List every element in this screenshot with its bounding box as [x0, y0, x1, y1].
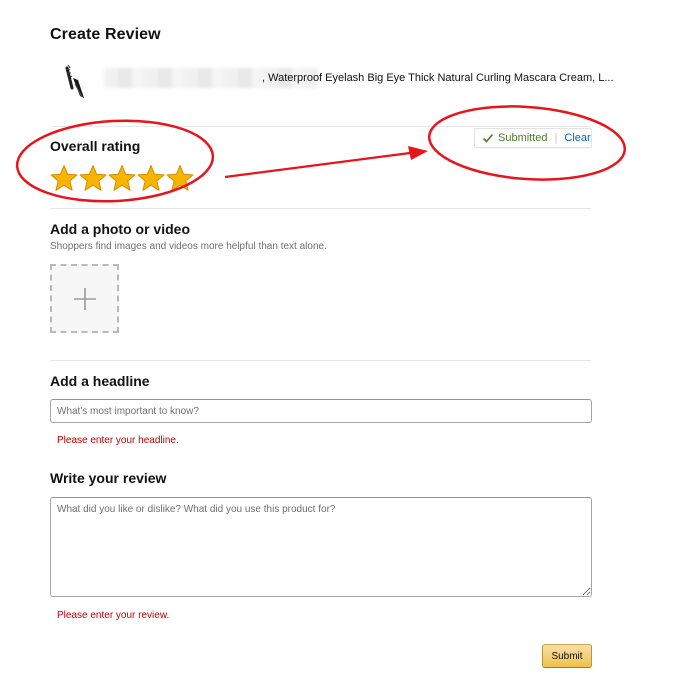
submit-button[interactable]: Submit — [542, 644, 592, 668]
annotation-circle-rating — [15, 119, 215, 203]
headline-error: Please enter your headline. — [57, 435, 179, 446]
media-hint: Shoppers find images and videos more hel… — [50, 241, 327, 252]
review-textarea[interactable] — [50, 497, 592, 597]
divider — [50, 126, 591, 127]
star-rating[interactable] — [50, 164, 194, 192]
review-error: Please enter your review. — [57, 610, 170, 621]
divider — [50, 360, 591, 361]
submitted-label: Submitted — [498, 132, 548, 144]
star-icon[interactable] — [166, 164, 194, 192]
star-icon[interactable] — [79, 164, 107, 192]
divider — [50, 208, 591, 209]
clear-rating-link[interactable]: Clear — [564, 132, 590, 144]
status-separator: | — [554, 132, 558, 144]
annotation-arrow-head — [408, 146, 428, 160]
annotation-arrow-line — [224, 151, 411, 179]
review-heading: Write your review — [50, 470, 167, 486]
star-icon[interactable] — [50, 164, 78, 192]
product-title: , Waterproof Eyelash Big Eye Thick Natur… — [262, 72, 614, 84]
star-icon[interactable] — [137, 164, 165, 192]
mascara-icon — [65, 64, 84, 98]
product-row: , Waterproof Eyelash Big Eye Thick Natur… — [58, 62, 614, 102]
rating-status: Submitted | Clear — [474, 128, 592, 148]
star-icon[interactable] — [108, 164, 136, 192]
rating-heading: Overall rating — [50, 138, 141, 154]
headline-heading: Add a headline — [50, 373, 150, 389]
check-icon — [482, 133, 494, 143]
page-title: Create Review — [50, 26, 161, 43]
headline-input[interactable] — [50, 399, 592, 423]
add-media-button[interactable] — [50, 264, 119, 333]
media-heading: Add a photo or video — [50, 221, 190, 237]
plus-icon — [73, 287, 96, 310]
